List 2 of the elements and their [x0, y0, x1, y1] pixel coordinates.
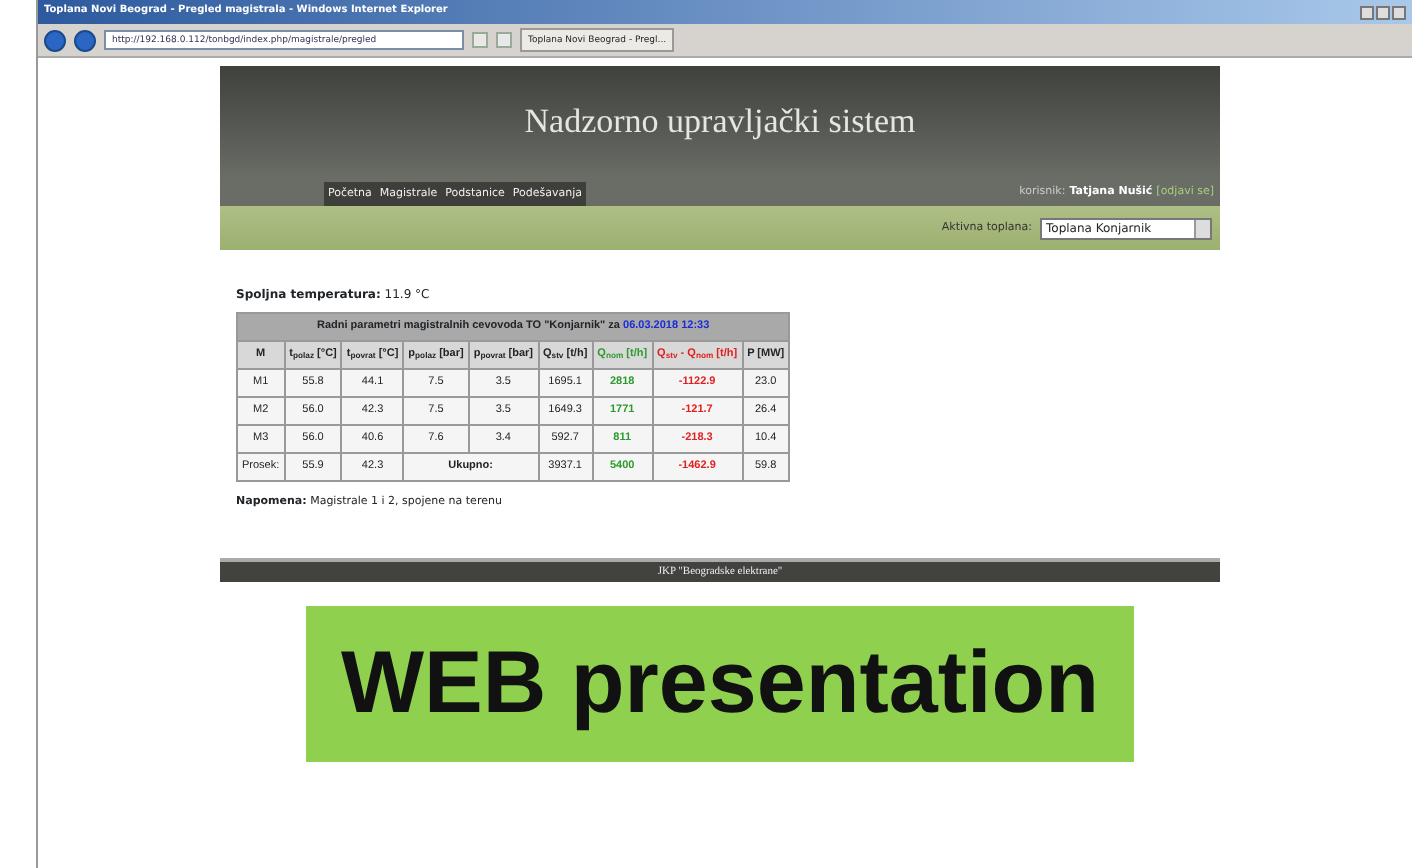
caption-label: WEB presentation — [306, 606, 1134, 762]
site-title: Nadzorno upravljački sistem — [524, 101, 916, 143]
